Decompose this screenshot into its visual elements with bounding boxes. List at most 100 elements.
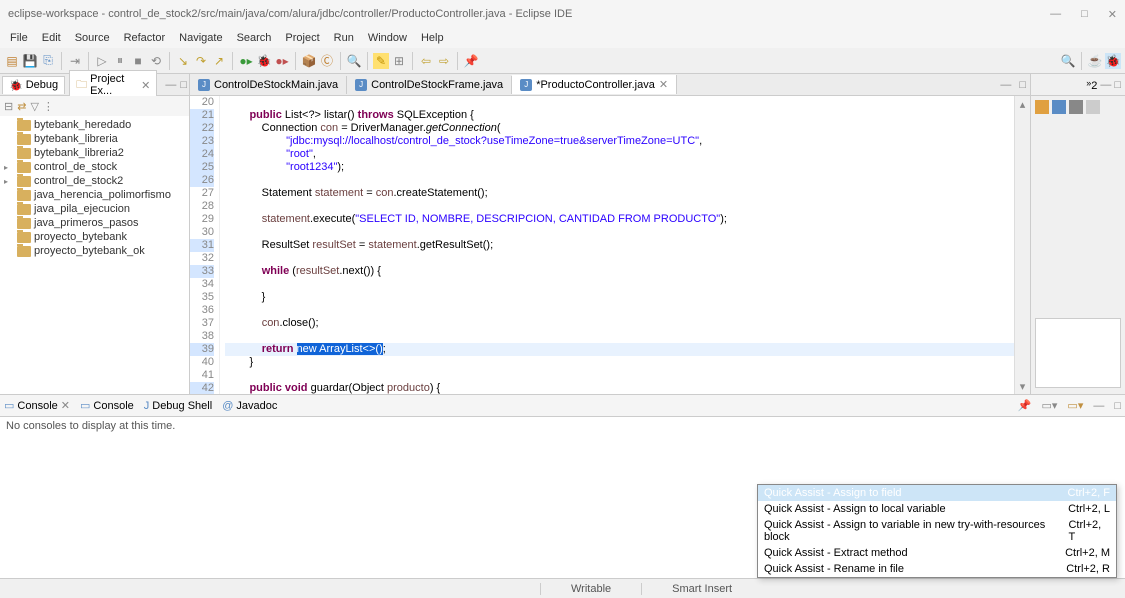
editor-tabs: JControlDeStockMain.java JControlDeStock… — [190, 74, 1030, 96]
project-tree[interactable]: bytebank_heredado bytebank_libreria byte… — [0, 116, 189, 394]
popup-item[interactable]: Quick Assist - Extract methodCtrl+2, M — [758, 545, 1116, 561]
java-file-icon: J — [520, 79, 532, 91]
code-content[interactable]: public List<?> listar() throws SQLExcept… — [220, 96, 1014, 394]
editor-tab-active[interactable]: J*ProductoController.java✕ — [512, 75, 677, 94]
outline-icon[interactable] — [1086, 100, 1100, 114]
disconnect-icon[interactable]: ⟲ — [148, 53, 164, 69]
menu-file[interactable]: File — [4, 30, 34, 46]
close-icon[interactable]: ✕ — [61, 399, 70, 412]
minimize-icon[interactable]: — — [1050, 8, 1061, 21]
open-console-icon[interactable]: ▭▾ — [1067, 399, 1083, 412]
minimize-icon[interactable]: — — [996, 79, 1015, 91]
pin-console-icon[interactable]: 📌 — [1018, 399, 1032, 412]
menu-search[interactable]: Search — [231, 30, 278, 46]
popup-item[interactable]: Quick Assist - Rename in fileCtrl+2, R — [758, 561, 1116, 577]
maximize-icon[interactable]: □ — [1081, 8, 1088, 21]
minimize-icon[interactable]: — — [1100, 79, 1111, 91]
maximize-icon[interactable]: □ — [1114, 400, 1121, 412]
folder-icon — [17, 148, 31, 159]
variables-icon[interactable] — [1035, 100, 1049, 114]
back-icon[interactable]: ⇦ — [418, 53, 434, 69]
perspective-debug-icon[interactable]: 🐞 — [1105, 53, 1121, 69]
editor-tab[interactable]: JControlDeStockMain.java — [190, 76, 347, 94]
folder-icon — [17, 218, 31, 229]
menu-run[interactable]: Run — [328, 30, 360, 46]
tab-javadoc[interactable]: @Javadoc — [222, 400, 277, 412]
tab-debug[interactable]: 🐞 Debug — [2, 76, 65, 94]
tree-item: ▸control_de_stock — [2, 160, 187, 174]
step-into-icon[interactable]: ↘ — [175, 53, 191, 69]
debug-skip-icon[interactable]: ⇥ — [67, 53, 83, 69]
menu-refactor[interactable]: Refactor — [118, 30, 172, 46]
pin-icon[interactable]: 📌 — [463, 53, 479, 69]
javadoc-icon: @ — [222, 400, 233, 412]
maximize-icon[interactable]: □ — [1015, 79, 1030, 91]
popup-item[interactable]: Quick Assist - Assign to local variableC… — [758, 501, 1116, 517]
popup-item[interactable]: Quick Assist - Assign to fieldCtrl+2, F — [758, 485, 1116, 501]
tree-item: proyecto_bytebank_ok — [2, 244, 187, 258]
save-icon[interactable]: 💾 — [22, 53, 38, 69]
folder-icon — [17, 134, 31, 145]
minimize-icon[interactable]: — — [165, 79, 176, 91]
step-return-icon[interactable]: ↗ — [211, 53, 227, 69]
breakpoints-icon[interactable] — [1052, 100, 1066, 114]
popup-item[interactable]: Quick Assist - Assign to variable in new… — [758, 517, 1116, 545]
coverage-icon[interactable]: ●▸ — [274, 53, 290, 69]
code-editor[interactable]: 2021222324252627282930313233343536373839… — [190, 96, 1030, 394]
new-icon[interactable]: ▤ — [4, 53, 20, 69]
right-panel: »2 — □ — [1030, 74, 1125, 394]
menu-project[interactable]: Project — [279, 30, 325, 46]
tab-console-2[interactable]: ▭Console — [80, 399, 134, 412]
editor-tab[interactable]: JControlDeStockFrame.java — [347, 76, 512, 94]
display-console-icon[interactable]: ▭▾ — [1042, 399, 1058, 412]
close-icon[interactable]: ✕ — [659, 78, 668, 91]
bug-icon: 🐞 — [9, 79, 23, 92]
resume-icon[interactable]: ▷ — [94, 53, 110, 69]
forward-icon[interactable]: ⇨ — [436, 53, 452, 69]
perspective-java-icon[interactable]: ☕ — [1087, 53, 1103, 69]
maximize-icon[interactable]: □ — [180, 79, 187, 91]
toggle-mark-icon[interactable]: ✎ — [373, 53, 389, 69]
view-menu-icon[interactable]: ⋮ — [43, 100, 54, 113]
quick-access-icon[interactable]: 🔍 — [1060, 53, 1076, 69]
filter-icon[interactable]: ▽ — [30, 100, 38, 113]
close-icon[interactable]: ✕ — [1108, 8, 1117, 21]
menu-window[interactable]: Window — [362, 30, 413, 46]
save-all-icon[interactable]: ⎘ — [40, 53, 56, 69]
menu-help[interactable]: Help — [415, 30, 450, 46]
close-icon[interactable]: ✕ — [141, 79, 150, 92]
collapse-all-icon[interactable]: ⊟ — [4, 100, 13, 113]
tab-console[interactable]: ▭Console✕ — [4, 399, 70, 412]
editor-area: JControlDeStockMain.java JControlDeStock… — [190, 74, 1030, 394]
editor-scrollbar[interactable]: ▴ ▾ — [1014, 96, 1030, 394]
status-bar: Writable Smart Insert — [0, 578, 1125, 598]
menu-source[interactable]: Source — [69, 30, 116, 46]
java-file-icon: J — [355, 79, 367, 91]
new-package-icon[interactable]: 📦 — [301, 53, 317, 69]
tree-item: proyecto_bytebank — [2, 230, 187, 244]
debug-icon[interactable]: 🐞 — [256, 53, 272, 69]
tab-project-explorer[interactable]: 🗀 Project Ex... ✕ — [69, 70, 157, 99]
left-panel-tabs: 🐞 Debug 🗀 Project Ex... ✕ — □ — [0, 74, 189, 96]
step-over-icon[interactable]: ↷ — [193, 53, 209, 69]
menu-edit[interactable]: Edit — [36, 30, 67, 46]
menu-navigate[interactable]: Navigate — [173, 30, 228, 46]
search-icon[interactable]: 🔍 — [346, 53, 362, 69]
expressions-icon[interactable] — [1069, 100, 1083, 114]
status-insert: Smart Insert — [641, 583, 762, 595]
new-class-icon[interactable]: Ⓒ — [319, 53, 335, 69]
run-icon[interactable]: ●▸ — [238, 53, 254, 69]
toggle-block-icon[interactable]: ⊞ — [391, 53, 407, 69]
maximize-icon[interactable]: □ — [1114, 79, 1121, 91]
link-editor-icon[interactable]: ⇄ — [17, 100, 26, 113]
pause-icon[interactable]: ⏸ — [112, 53, 128, 69]
main-toolbar: ▤ 💾 ⎘ ⇥ ▷ ⏸ ■ ⟲ ↘ ↷ ↗ ●▸ 🐞 ●▸ 📦 Ⓒ 🔍 ✎ ⊞ … — [0, 48, 1125, 74]
folder-icon — [17, 232, 31, 243]
menu-bar: File Edit Source Refactor Navigate Searc… — [0, 28, 1125, 48]
quick-assist-popup[interactable]: Quick Assist - Assign to fieldCtrl+2, F … — [757, 484, 1117, 578]
stop-icon[interactable]: ■ — [130, 53, 146, 69]
java-file-icon: J — [144, 400, 150, 412]
minimize-icon[interactable]: — — [1093, 400, 1104, 412]
tab-debug-shell[interactable]: JDebug Shell — [144, 400, 212, 412]
minimap[interactable] — [1035, 318, 1121, 388]
